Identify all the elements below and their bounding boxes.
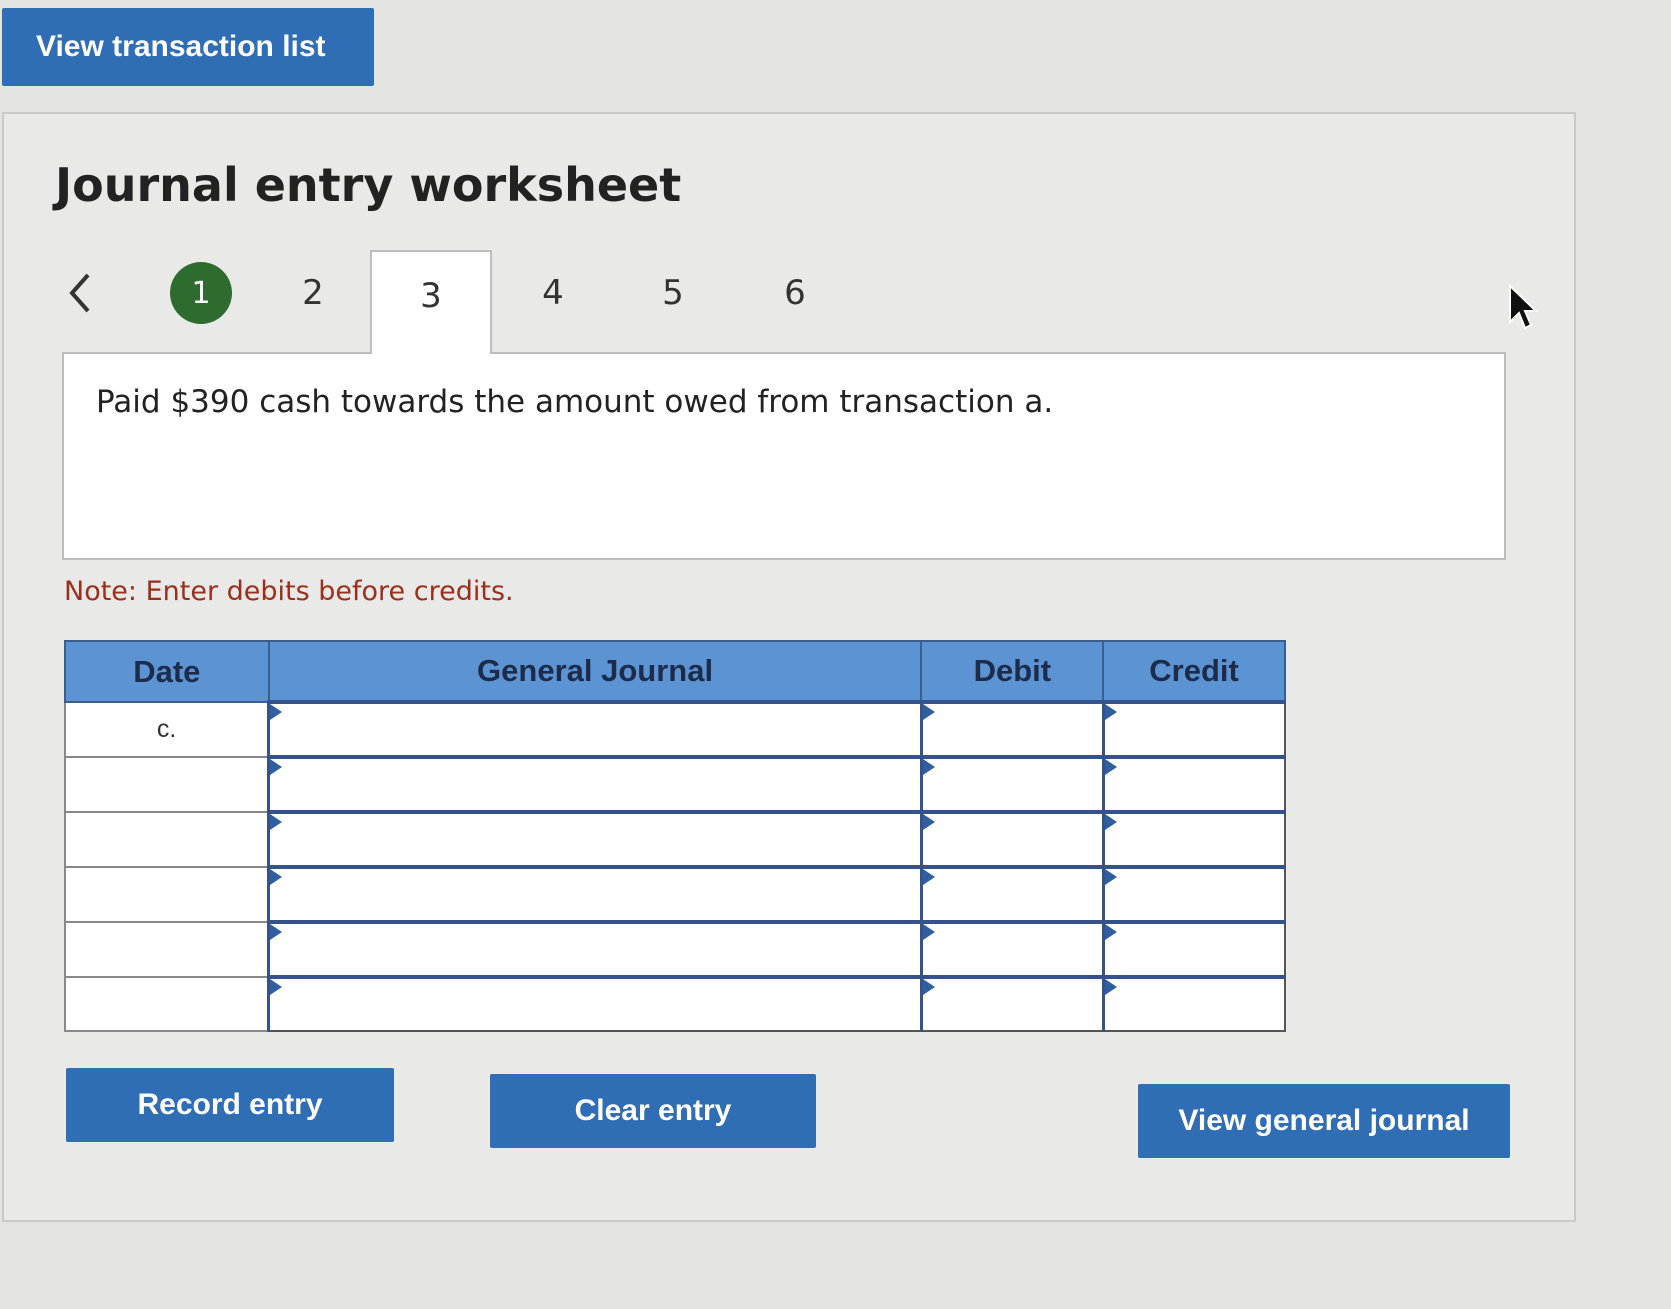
account-select[interactable] (267, 920, 923, 978)
debit-input[interactable] (919, 920, 1105, 978)
flag-icon (922, 869, 935, 885)
date-cell: c. (64, 701, 270, 758)
mouse-pointer-icon (1509, 283, 1539, 330)
table-header-row: Date General Journal Debit Credit (64, 640, 1286, 703)
credit-column-header: Credit (1102, 640, 1286, 703)
date-cell (64, 921, 270, 978)
tab-1[interactable]: 1 (140, 250, 262, 350)
flag-icon (270, 814, 283, 830)
credit-input[interactable] (1101, 975, 1286, 1032)
debit-input[interactable] (919, 865, 1105, 923)
table-row (64, 975, 1286, 1032)
transaction-description: Paid $390 cash towards the amount owed f… (96, 384, 1054, 420)
account-select[interactable] (267, 975, 923, 1032)
debit-input[interactable] (919, 700, 1105, 758)
flag-icon (270, 924, 283, 940)
credit-input[interactable] (1101, 865, 1286, 923)
credit-input[interactable] (1101, 810, 1286, 868)
flag-icon (1104, 924, 1117, 940)
date-cell (64, 866, 270, 923)
table-row (64, 865, 1286, 923)
tab-2[interactable]: 2 (252, 250, 374, 350)
credit-input[interactable] (1101, 700, 1286, 758)
flag-icon (270, 869, 283, 885)
tab-label: 2 (302, 273, 324, 313)
flag-icon (1104, 979, 1117, 995)
tab-label: 3 (420, 276, 442, 316)
flag-icon (1104, 759, 1117, 775)
flag-icon (270, 759, 283, 775)
flag-icon (922, 924, 935, 940)
flag-icon (922, 704, 935, 720)
flag-icon (270, 979, 283, 995)
tab-6[interactable]: 6 (734, 250, 856, 350)
date-cell (64, 811, 270, 868)
flag-icon (922, 814, 935, 830)
tab-5[interactable]: 5 (612, 250, 734, 350)
account-select[interactable] (267, 700, 923, 758)
flag-icon (1104, 869, 1117, 885)
debit-input[interactable] (919, 755, 1105, 813)
debit-input[interactable] (919, 810, 1105, 868)
credit-input[interactable] (1101, 755, 1286, 813)
tab-4[interactable]: 4 (492, 250, 614, 350)
table-row (64, 920, 1286, 978)
clear-entry-button[interactable]: Clear entry (490, 1074, 816, 1148)
view-general-journal-button[interactable]: View general journal (1138, 1084, 1510, 1158)
date-cell (64, 756, 270, 813)
chevron-left-icon[interactable] (60, 268, 100, 318)
flag-icon (922, 759, 935, 775)
account-select[interactable] (267, 810, 923, 868)
journal-entry-table: Date General Journal Debit Credit c. (64, 640, 1286, 1032)
date-column-header: Date (64, 640, 270, 703)
flag-icon (270, 704, 283, 720)
transaction-description-box: Paid $390 cash towards the amount owed f… (62, 352, 1506, 560)
account-select[interactable] (267, 755, 923, 813)
flag-icon (1104, 814, 1117, 830)
debit-column-header: Debit (920, 640, 1105, 703)
page-title: Journal entry worksheet (55, 158, 682, 212)
debit-input[interactable] (919, 975, 1105, 1032)
date-cell (64, 976, 270, 1032)
completed-badge: 1 (170, 262, 232, 324)
view-transaction-list-button[interactable]: View transaction list (2, 8, 374, 86)
table-row: c. (64, 700, 1286, 758)
transaction-tabs: 1 2 3 4 5 6 (60, 250, 1504, 354)
tab-3[interactable]: 3 (370, 250, 492, 354)
table-row (64, 755, 1286, 813)
credit-input[interactable] (1101, 920, 1286, 978)
tab-label: 5 (662, 273, 684, 313)
instruction-note: Note: Enter debits before credits. (64, 576, 514, 607)
general-journal-column-header: General Journal (267, 640, 923, 703)
tab-label: 6 (784, 273, 806, 313)
table-row (64, 810, 1286, 868)
flag-icon (1104, 704, 1117, 720)
tab-label: 4 (542, 273, 564, 313)
record-entry-button[interactable]: Record entry (66, 1068, 394, 1142)
flag-icon (922, 979, 935, 995)
account-select[interactable] (267, 865, 923, 923)
